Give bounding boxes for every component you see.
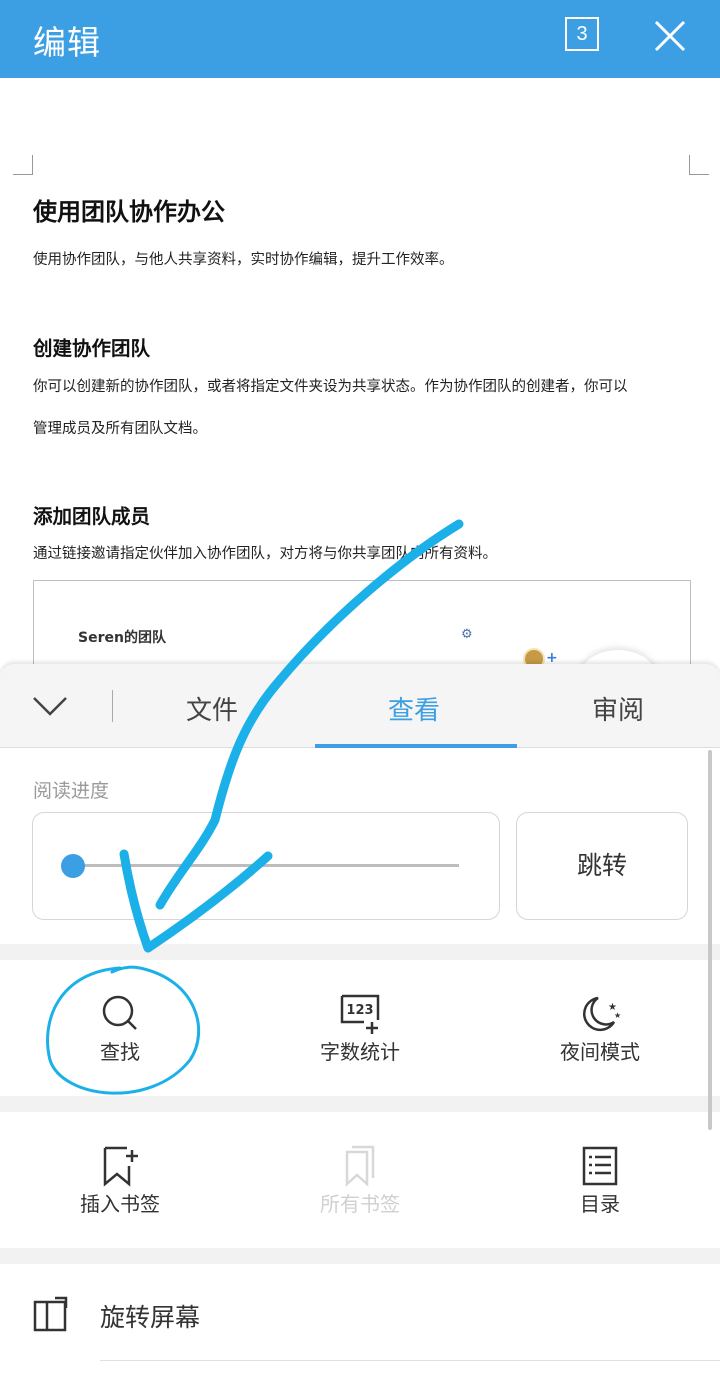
night-mode-icon: ★ ★ <box>582 996 621 1032</box>
word-count-label: 字数统计 <box>320 1040 400 1064</box>
slider-thumb[interactable] <box>61 854 85 878</box>
crop-mark-left <box>13 155 33 175</box>
tab-bar: 文件 查看 审阅 <box>0 664 720 748</box>
word-count-icon: 123 <box>340 994 380 1034</box>
all-bookmarks-label: 所有书签 <box>320 1192 400 1216</box>
insert-bookmark-button[interactable]: 插入书签 <box>0 1112 240 1248</box>
close-icon[interactable] <box>650 16 690 56</box>
doc-heading-add-members: 添加团队成员 <box>33 505 151 528</box>
search-icon <box>102 995 137 1030</box>
scrollbar[interactable] <box>708 750 712 1130</box>
page-count-button[interactable]: 3 <box>565 17 599 51</box>
doc-intro: 使用协作团队，与他人共享资料，实时协作编辑，提升工作效率。 <box>33 252 454 268</box>
tab-view[interactable]: 查看 <box>388 690 440 727</box>
rotate-screen-icon <box>33 1296 68 1332</box>
document-area[interactable]: 使用团队协作办公 使用协作团队，与他人共享资料，实时协作编辑，提升工作效率。 创… <box>0 78 720 664</box>
word-count-button[interactable]: 123 字数统计 <box>240 960 480 1096</box>
gear-icon: ⚙ <box>461 627 473 642</box>
all-bookmarks-button[interactable]: 所有书签 <box>240 1112 480 1248</box>
svg-text:★: ★ <box>614 1011 621 1020</box>
page-title: 编辑 <box>33 23 101 62</box>
tools-row-1: 查找 123 字数统计 ★ ★ 夜间模式 <box>0 960 720 1096</box>
avatar <box>523 648 545 664</box>
night-mode-label: 夜间模式 <box>560 1040 640 1064</box>
rotate-screen-row[interactable]: 旋转屏幕 <box>0 1264 720 1373</box>
rotate-screen-label: 旋转屏幕 <box>100 1303 201 1332</box>
toc-label: 目录 <box>580 1192 620 1216</box>
doc-paragraph-line: 你可以创建新的协作团队，或者将指定文件夹设为共享状态。作为协作团队的创建者，你可… <box>33 379 628 395</box>
top-bar: 编辑 3 <box>0 0 720 78</box>
view-panel: 文件 查看 审阅 阅读进度 跳转 查找 123 字数统计 ★ ★ 夜间模式 插入… <box>0 664 720 1373</box>
divider <box>100 1360 720 1361</box>
svg-text:123: 123 <box>346 1003 373 1018</box>
tools-row-2: 插入书签 所有书签 目录 <box>0 1112 720 1248</box>
progress-slider-box <box>32 812 500 920</box>
doc-title: 使用团队协作办公 <box>33 198 225 226</box>
tab-file[interactable]: 文件 <box>186 690 238 727</box>
reading-progress-label: 阅读进度 <box>33 780 110 802</box>
find-button[interactable]: 查找 <box>0 960 240 1096</box>
divider <box>112 690 113 722</box>
crop-mark-right <box>689 155 709 175</box>
reading-progress-section: 阅读进度 跳转 <box>0 748 720 944</box>
doc-paragraph: 通过链接邀请指定伙伴加入协作团队，对方将与你共享团队内所有资料。 <box>33 546 497 562</box>
tab-review[interactable]: 审阅 <box>592 690 644 727</box>
night-mode-button[interactable]: ★ ★ 夜间模式 <box>480 960 720 1096</box>
find-label: 查找 <box>100 1040 140 1064</box>
toc-icon <box>582 1146 618 1186</box>
toc-button[interactable]: 目录 <box>480 1112 720 1248</box>
plus-icon: + <box>546 650 558 664</box>
bookmarks-icon <box>345 1145 375 1187</box>
add-bookmark-icon <box>103 1146 138 1187</box>
embedded-image: Seren的团队 ⚙ <box>33 580 691 664</box>
jump-button[interactable]: 跳转 <box>516 812 688 920</box>
slider-track[interactable] <box>71 864 459 867</box>
team-name: Seren的团队 <box>78 630 166 646</box>
chevron-down-icon[interactable] <box>30 690 70 722</box>
doc-heading-create-team: 创建协作团队 <box>33 337 151 360</box>
doc-paragraph-line: 管理成员及所有团队文档。 <box>33 421 207 437</box>
insert-bookmark-label: 插入书签 <box>80 1192 160 1216</box>
